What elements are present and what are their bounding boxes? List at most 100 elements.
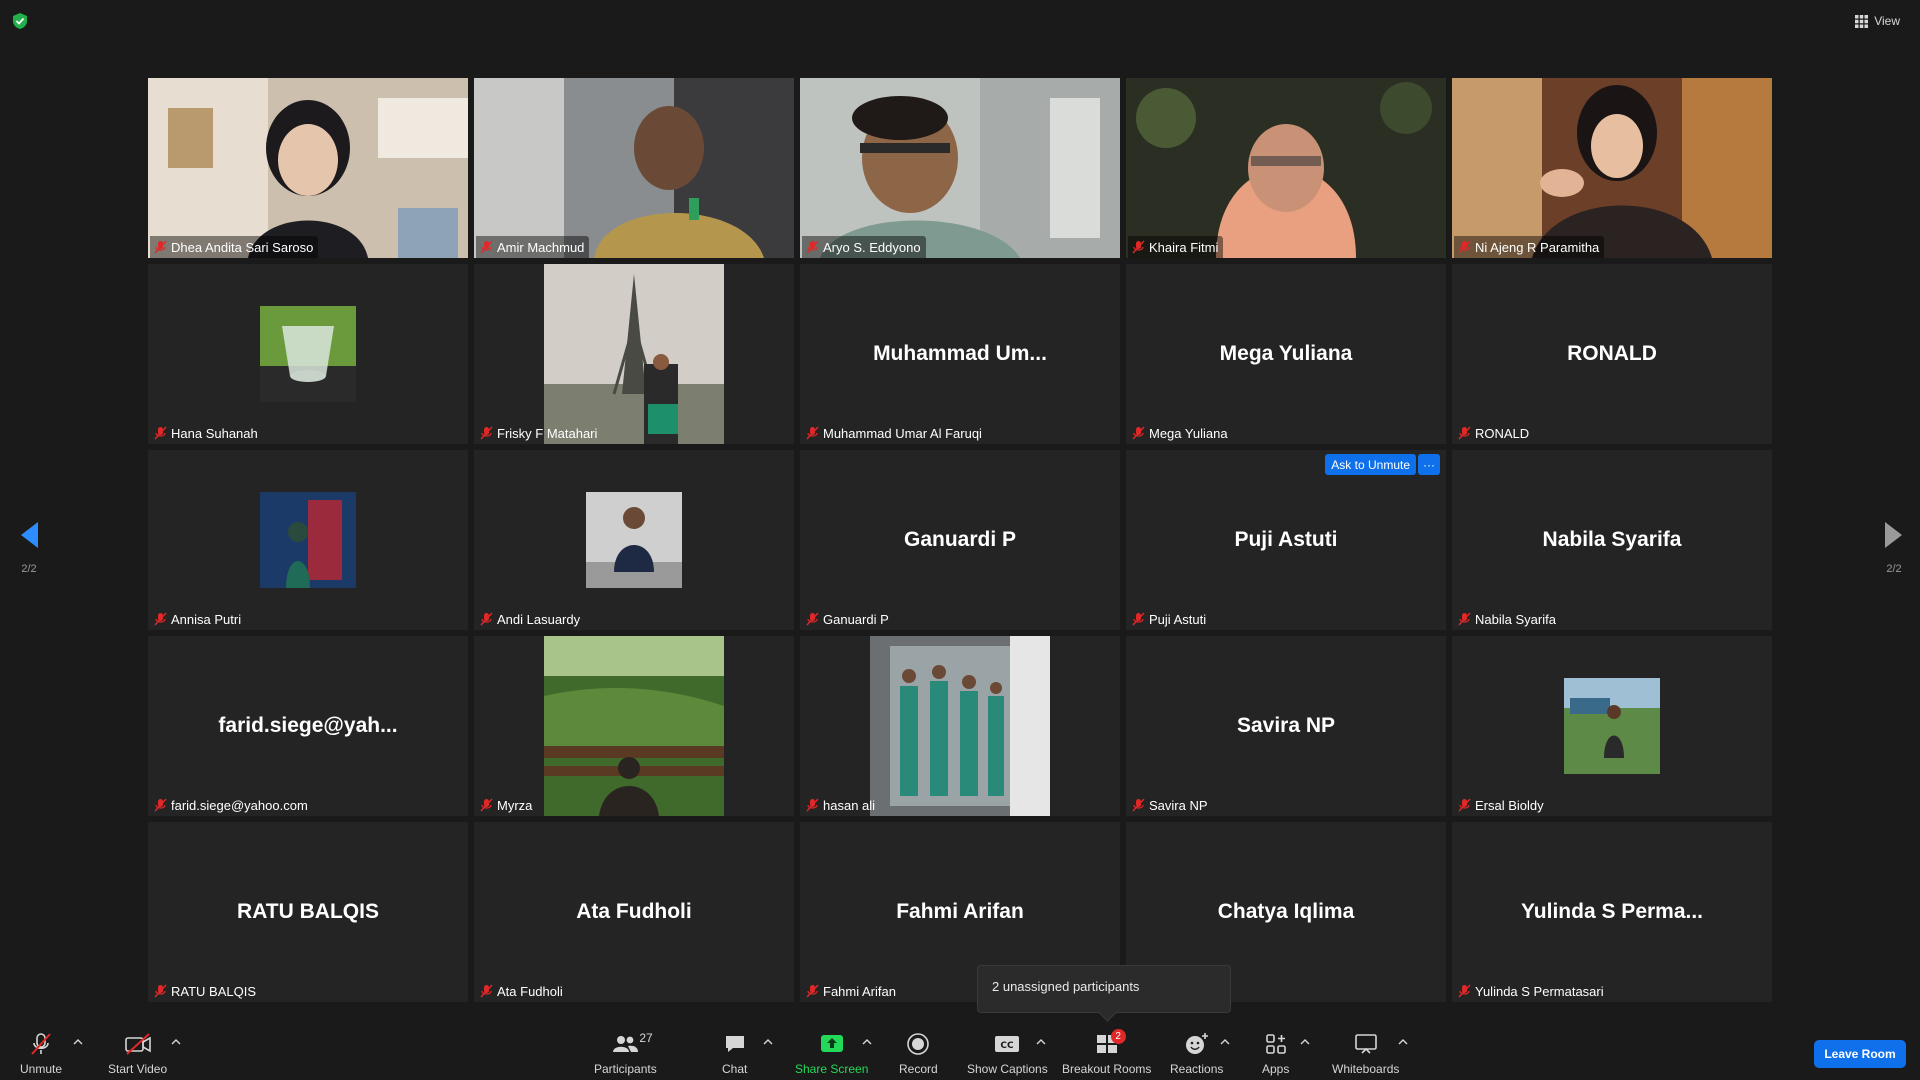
participant-tile[interactable]: Ersal Bioldy bbox=[1452, 636, 1772, 816]
participant-name-label: Myrza bbox=[476, 794, 537, 816]
video-options-chevron-icon[interactable] bbox=[171, 1038, 181, 1046]
mic-muted-icon bbox=[154, 612, 167, 626]
record-button[interactable]: Record bbox=[899, 1030, 938, 1076]
mic-muted-icon bbox=[480, 798, 493, 812]
previous-page-button[interactable]: 2/2 bbox=[9, 520, 49, 575]
participant-tile[interactable]: Yulinda S Perma... Yulinda S Permatasari bbox=[1452, 822, 1772, 1002]
whiteboards-options-chevron-icon[interactable] bbox=[1398, 1038, 1408, 1046]
more-options-button[interactable]: ··· bbox=[1418, 454, 1440, 475]
mic-muted-icon bbox=[1458, 240, 1471, 254]
reactions-options-chevron-icon[interactable] bbox=[1220, 1038, 1230, 1046]
mic-muted-icon bbox=[1132, 612, 1145, 626]
participant-display-name: Muhammad Um... bbox=[873, 342, 1047, 365]
participant-display-name: Savira NP bbox=[1236, 714, 1336, 737]
participant-name-label: RONALD bbox=[1454, 422, 1534, 444]
grid-view-icon bbox=[1855, 14, 1869, 28]
breakout-rooms-badge: 2 bbox=[1110, 1029, 1126, 1044]
whiteboards-button[interactable]: Whiteboards bbox=[1332, 1030, 1399, 1076]
participant-tile[interactable]: Nabila Syarifa Nabila Syarifa bbox=[1452, 450, 1772, 630]
breakout-rooms-button[interactable]: 2 Breakout Rooms bbox=[1062, 1029, 1151, 1076]
ask-to-unmute-button[interactable]: Ask to Unmute bbox=[1325, 454, 1416, 475]
mic-muted-icon bbox=[1132, 240, 1145, 254]
participant-name-label: Annisa Putri bbox=[150, 608, 246, 630]
apps-button[interactable]: Apps bbox=[1262, 1030, 1289, 1076]
arrow-left-icon bbox=[21, 522, 38, 548]
participant-tile[interactable]: Myrza bbox=[474, 636, 794, 816]
participant-name-label: Muhammad Umar Al Faruqi bbox=[802, 422, 987, 444]
participant-tile[interactable]: Ask to Unmute ··· Puji Astuti Puji Astut… bbox=[1126, 450, 1446, 630]
participant-tile[interactable]: Aryo S. Eddyono bbox=[800, 78, 1120, 258]
apps-options-chevron-icon[interactable] bbox=[1300, 1038, 1310, 1046]
mic-muted-icon bbox=[806, 240, 819, 254]
captions-options-chevron-icon[interactable] bbox=[1036, 1038, 1046, 1046]
profile-picture bbox=[260, 492, 356, 588]
mic-muted-icon bbox=[1458, 612, 1471, 626]
mic-muted-icon bbox=[806, 984, 819, 998]
participant-name-label: Dhea Andita Sari Saroso bbox=[150, 236, 319, 258]
unmute-button[interactable]: Unmute bbox=[20, 1030, 62, 1076]
mic-muted-icon bbox=[806, 798, 819, 812]
show-captions-button[interactable]: CC Show Captions bbox=[967, 1030, 1048, 1076]
profile-picture bbox=[870, 636, 1050, 816]
participant-display-name: RONALD bbox=[1567, 342, 1657, 365]
participant-tile[interactable]: Ata Fudholi Ata Fudholi bbox=[474, 822, 794, 1002]
profile-picture bbox=[586, 492, 682, 588]
mic-muted-icon bbox=[480, 984, 493, 998]
participant-tile[interactable]: Ganuardi P Ganuardi P bbox=[800, 450, 1120, 630]
participant-display-name: Mega Yuliana bbox=[1219, 342, 1353, 365]
mic-muted-icon bbox=[31, 1033, 51, 1055]
share-screen-icon bbox=[820, 1035, 843, 1052]
mic-muted-icon bbox=[1132, 426, 1145, 440]
start-video-button[interactable]: Start Video bbox=[108, 1030, 167, 1076]
participant-tile[interactable]: Amir Machmud bbox=[474, 78, 794, 258]
view-button[interactable]: View bbox=[1849, 10, 1906, 32]
participant-name-label: hasan ali bbox=[802, 794, 880, 816]
participant-name-label: Amir Machmud bbox=[476, 236, 590, 258]
gallery-grid: Dhea Andita Sari Saroso Amir Machmud Ary… bbox=[148, 78, 1772, 1002]
participants-button[interactable]: 27 Participants bbox=[594, 1030, 657, 1076]
participant-tile[interactable]: Khaira Fitmi bbox=[1126, 78, 1446, 258]
participants-count: 27 bbox=[639, 1031, 653, 1045]
participant-video bbox=[474, 78, 794, 258]
reactions-button[interactable]: Reactions bbox=[1170, 1030, 1223, 1076]
security-shield-icon[interactable] bbox=[12, 12, 28, 30]
chat-options-chevron-icon[interactable] bbox=[763, 1038, 773, 1046]
audio-options-chevron-icon[interactable] bbox=[73, 1038, 83, 1046]
participant-tile[interactable]: Muhammad Um... Muhammad Umar Al Faruqi bbox=[800, 264, 1120, 444]
participant-name-label: Mega Yuliana bbox=[1128, 422, 1233, 444]
participant-tile[interactable]: Andi Lasuardy bbox=[474, 450, 794, 630]
participant-name-label: RATU BALQIS bbox=[150, 980, 261, 1002]
participant-name-label: Nabila Syarifa bbox=[1454, 608, 1561, 630]
mic-muted-icon bbox=[480, 240, 493, 254]
participant-name-label: Frisky F Matahari bbox=[476, 422, 602, 444]
leave-room-button[interactable]: Leave Room bbox=[1814, 1040, 1906, 1068]
participant-name-label: Ganuardi P bbox=[802, 608, 894, 630]
profile-picture bbox=[544, 636, 724, 816]
participant-name-label: Ata Fudholi bbox=[476, 980, 568, 1002]
participant-tile[interactable]: hasan ali bbox=[800, 636, 1120, 816]
participant-display-name: Nabila Syarifa bbox=[1542, 528, 1682, 551]
participant-video bbox=[1452, 78, 1772, 258]
share-screen-button[interactable]: Share Screen bbox=[795, 1030, 868, 1076]
participant-tile[interactable]: Savira NP Savira NP bbox=[1126, 636, 1446, 816]
participant-tile[interactable]: Ni Ajeng R Paramitha bbox=[1452, 78, 1772, 258]
participant-tile[interactable]: RONALD RONALD bbox=[1452, 264, 1772, 444]
participant-tile[interactable]: Frisky F Matahari bbox=[474, 264, 794, 444]
next-page-button[interactable]: 2/2 bbox=[1874, 520, 1914, 575]
participant-name-label: Khaira Fitmi bbox=[1128, 236, 1224, 258]
participant-tile[interactable]: Dhea Andita Sari Saroso bbox=[148, 78, 468, 258]
participant-tile[interactable]: RATU BALQIS RATU BALQIS bbox=[148, 822, 468, 1002]
participant-tile[interactable]: farid.siege@yah... farid.siege@yahoo.com bbox=[148, 636, 468, 816]
chat-button[interactable]: Chat bbox=[722, 1030, 747, 1076]
video-off-icon bbox=[124, 1033, 151, 1055]
share-options-chevron-icon[interactable] bbox=[862, 1038, 872, 1046]
participant-tile[interactable]: Mega Yuliana Mega Yuliana bbox=[1126, 264, 1446, 444]
participant-video bbox=[1126, 78, 1446, 258]
participant-name-label: Ersal Bioldy bbox=[1454, 794, 1549, 816]
arrow-right-icon bbox=[1885, 522, 1902, 548]
participant-tile[interactable]: Hana Suhanah bbox=[148, 264, 468, 444]
mic-muted-icon bbox=[154, 984, 167, 998]
mic-muted-icon bbox=[154, 240, 167, 254]
participant-tile[interactable]: Annisa Putri bbox=[148, 450, 468, 630]
view-label: View bbox=[1874, 14, 1900, 28]
